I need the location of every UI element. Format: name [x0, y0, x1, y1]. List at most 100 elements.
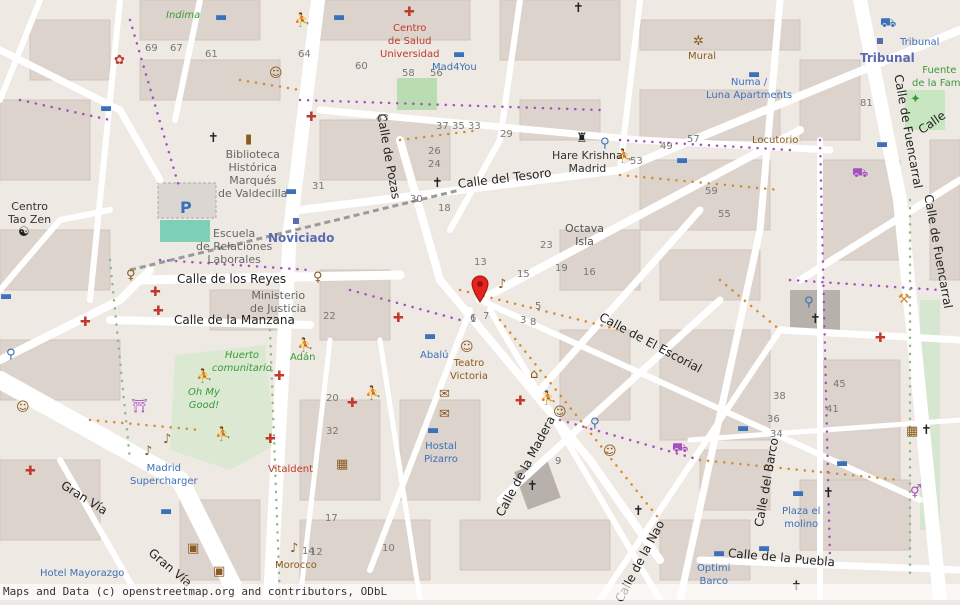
- svg-text:⛟: ⛟: [672, 441, 688, 456]
- svg-text:✚: ✚: [347, 396, 358, 411]
- svg-text:♪: ♪: [290, 541, 298, 556]
- poi-teatro-line2: Victoria: [450, 371, 488, 382]
- svg-text:⚲: ⚲: [6, 347, 16, 362]
- svg-text:✚: ✚: [153, 304, 164, 319]
- house-number: 61: [205, 49, 218, 60]
- poi-centro-salud-line1: Centro: [393, 23, 427, 34]
- poi-morocco[interactable]: Morocco: [275, 559, 317, 572]
- location-marker-icon[interactable]: [471, 275, 489, 303]
- svg-text:▬: ▬: [453, 47, 465, 62]
- house-number: 55: [718, 209, 731, 220]
- svg-text:♪: ♪: [163, 432, 171, 447]
- poi-ministerio-line1: Ministerio: [251, 289, 306, 302]
- house-number: 22: [323, 311, 336, 322]
- svg-text:▣: ▣: [187, 541, 199, 556]
- svg-text:⛹: ⛹: [540, 389, 556, 406]
- poi-tribunal[interactable]: Tribunal: [900, 36, 939, 49]
- house-number: 24: [428, 159, 441, 170]
- poi-escuela-line2: de Relaciones: [196, 240, 273, 253]
- house-number: 58: [402, 68, 415, 79]
- svg-text:▬: ▬: [100, 101, 112, 116]
- svg-text:▣: ▣: [213, 564, 225, 579]
- poi-centro-tao[interactable]: Centro Tao Zen: [8, 200, 51, 226]
- svg-text:✚: ✚: [515, 394, 526, 409]
- house-number: 49: [660, 141, 673, 152]
- poi-mural[interactable]: Mural: [688, 50, 716, 63]
- poi-plaza-molino[interactable]: Plaza el molino: [782, 505, 820, 531]
- svg-text:▮: ▮: [245, 132, 252, 147]
- poi-escuela-line3: Laborales: [207, 253, 261, 266]
- house-number: 32: [326, 426, 339, 437]
- house-number: 10: [382, 543, 395, 554]
- svg-text:✚: ✚: [274, 369, 285, 384]
- poi-hotel-mayorazgo[interactable]: Hotel Mayorazgo: [40, 567, 124, 580]
- svg-text:✝: ✝: [823, 486, 834, 501]
- svg-text:▬: ▬: [215, 10, 227, 25]
- poi-locutorio[interactable]: Locutorio: [752, 134, 798, 147]
- poi-biblioteca-line4: de Valdecilla: [218, 187, 288, 200]
- poi-escuela[interactable]: Escuela de Relaciones Laborales: [196, 227, 272, 266]
- poi-octava-line1: Octava: [565, 222, 605, 235]
- metro-icon: [877, 38, 883, 44]
- house-number: 53: [630, 156, 643, 167]
- poi-hare-krishna[interactable]: Hare Krishna Madrid: [552, 149, 623, 175]
- svg-text:♪: ♪: [498, 277, 506, 292]
- poi-adan[interactable]: Adán: [290, 351, 315, 364]
- poi-centro-salud-line3: Universidad: [380, 49, 440, 60]
- svg-text:✚: ✚: [393, 311, 404, 326]
- svg-text:♜: ♜: [576, 131, 588, 146]
- house-number: 19: [555, 263, 568, 274]
- poi-ministerio[interactable]: Ministerio de Justicia: [250, 289, 306, 315]
- poi-hostal-pizarro[interactable]: Hostal Pizarro: [424, 440, 458, 466]
- poi-indima[interactable]: Indima: [166, 9, 200, 22]
- house-number: 20: [326, 393, 339, 404]
- poi-fuente-line1: Fuente: [922, 65, 957, 76]
- house-number: 37: [436, 121, 449, 132]
- poi-abalu[interactable]: Abalú: [420, 349, 448, 362]
- svg-text:▬: ▬: [737, 421, 749, 436]
- poi-centro-tao-line1: Centro: [11, 200, 48, 213]
- poi-huerto-line1: Huerto: [224, 350, 260, 361]
- svg-text:⚲: ⚲: [590, 416, 600, 431]
- poi-fuente[interactable]: Fuente de la Fama: [912, 64, 960, 90]
- poi-centro-salud[interactable]: Centro de Salud Universidad: [380, 22, 439, 61]
- svg-text:☺: ☺: [269, 66, 283, 81]
- house-number: 60: [355, 61, 368, 72]
- house-number: 9: [555, 456, 562, 467]
- poi-huerto[interactable]: Huerto comunitario: [212, 349, 272, 375]
- svg-text:⛟: ⛟: [852, 166, 868, 181]
- poi-ohmygood-line2: Good!: [188, 400, 220, 411]
- poi-octava-isla[interactable]: Octava Isla: [565, 222, 604, 248]
- map-attribution: Maps and Data (c) openstreetmap.org and …: [0, 584, 960, 600]
- poi-vitaldent[interactable]: Vitaldent: [268, 463, 313, 476]
- metro-icon: [293, 218, 299, 224]
- house-number: 33: [468, 121, 481, 132]
- poi-biblioteca[interactable]: Biblioteca Histórica Marqués de Valdecil…: [218, 148, 287, 200]
- street-label-reyes: Calle de los Reyes: [177, 272, 287, 286]
- poi-madrid-supercharger[interactable]: Madrid Supercharger: [130, 462, 198, 488]
- svg-text:✚: ✚: [265, 432, 276, 447]
- svg-text:✲: ✲: [693, 34, 704, 49]
- svg-text:♪: ♪: [144, 444, 152, 459]
- svg-text:⚒: ⚒: [898, 292, 910, 307]
- svg-text:▬: ▬: [676, 153, 688, 168]
- poi-numa[interactable]: Numa / Luna Apartments: [706, 76, 792, 102]
- house-number: 36: [767, 414, 780, 425]
- svg-text:♀: ♀: [313, 270, 323, 285]
- house-number: 18: [438, 203, 451, 214]
- svg-text:▬: ▬: [713, 546, 725, 561]
- poi-numa-line1: Numa /: [730, 77, 768, 88]
- poi-centro-tao-line2: Tao Zen: [8, 213, 52, 226]
- svg-text:⌂: ⌂: [530, 367, 538, 382]
- svg-text:✚: ✚: [25, 464, 36, 479]
- poi-oh-my-good[interactable]: Oh My Good!: [188, 386, 220, 412]
- poi-teatro-victoria[interactable]: Teatro Victoria: [450, 357, 488, 383]
- street-label-manzana: Calle de la Manzana: [174, 313, 295, 327]
- house-number: 81: [860, 98, 873, 109]
- poi-biblioteca-line1: Biblioteca: [225, 148, 280, 161]
- house-number: 13: [474, 257, 487, 268]
- svg-text:✝: ✝: [527, 479, 538, 494]
- poi-biblioteca-line3: Marqués: [229, 174, 277, 187]
- svg-text:⛩: ⛩: [131, 398, 148, 414]
- house-number: 34: [770, 429, 783, 440]
